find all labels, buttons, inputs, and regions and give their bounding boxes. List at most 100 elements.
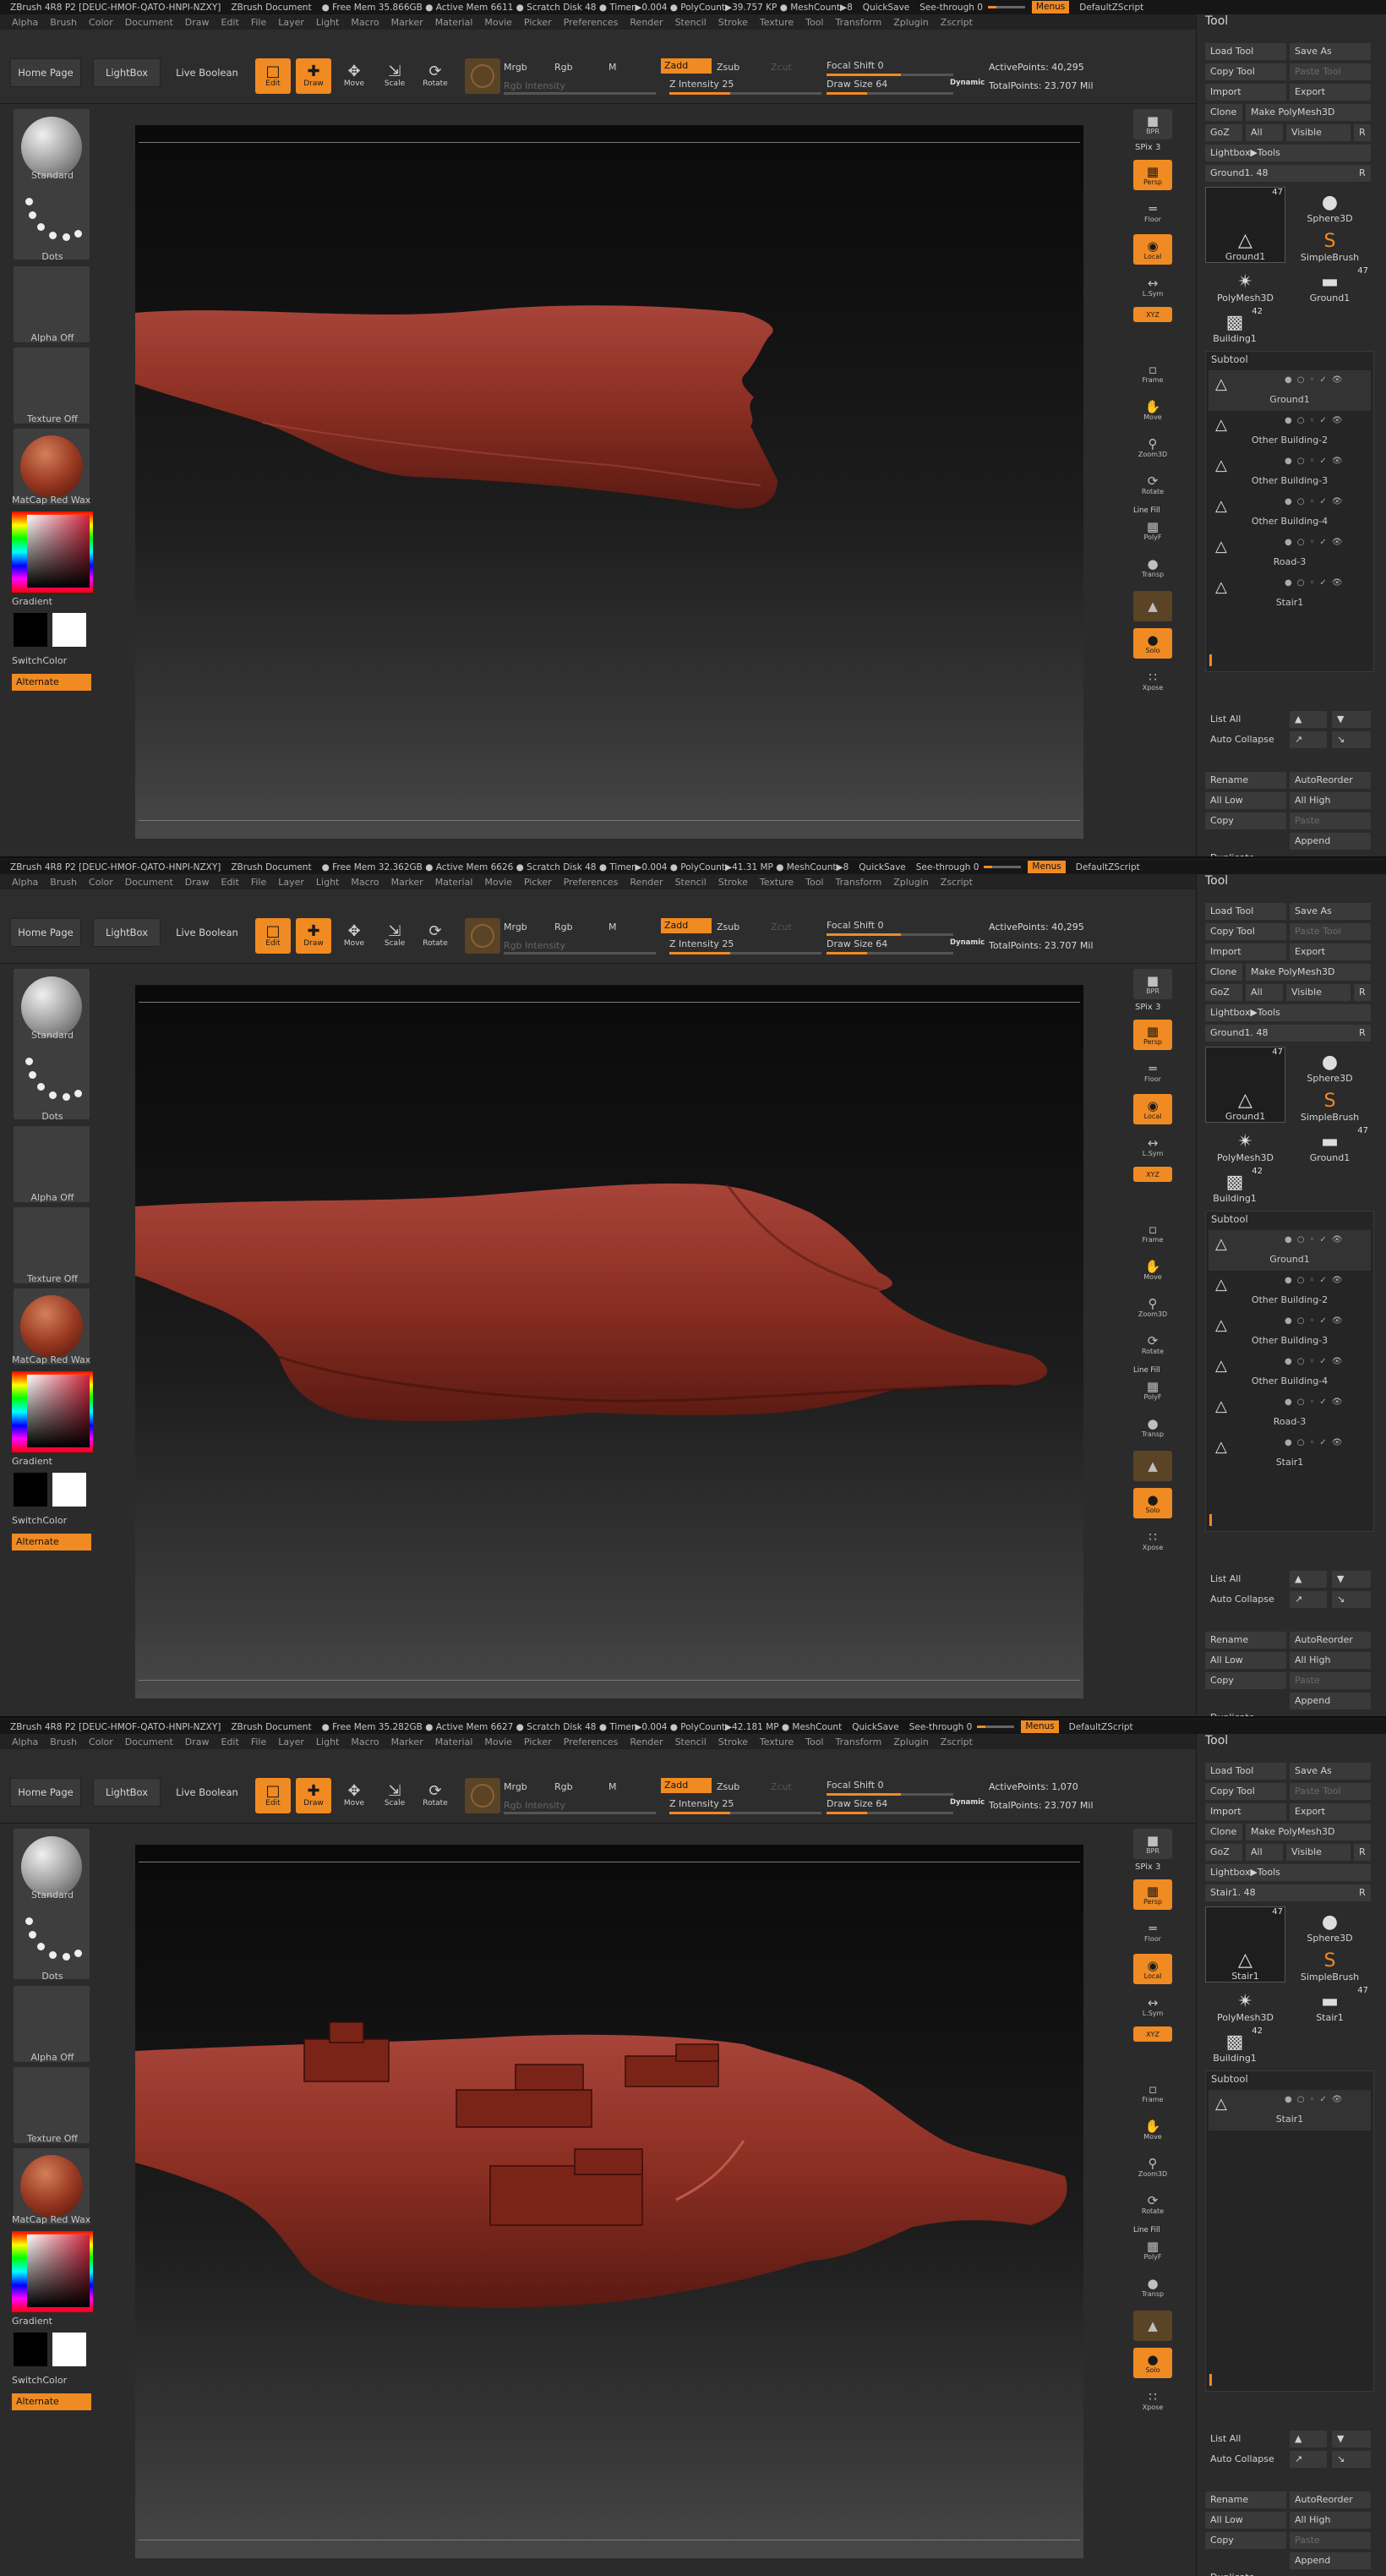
rotate-view-button[interactable]: ⟳ Rotate: [1133, 1329, 1172, 1359]
rgb-button[interactable]: Rgb: [554, 922, 573, 933]
zsub-button[interactable]: Zsub: [717, 62, 739, 73]
menu-item-brush[interactable]: Brush: [50, 17, 77, 28]
secondary-color-swatch[interactable]: [52, 1473, 86, 1507]
menu-item-movie[interactable]: Movie: [484, 17, 512, 28]
zsub-button[interactable]: Zsub: [717, 1781, 739, 1792]
subtool-toggles[interactable]: ●○◦✓👁: [1285, 1357, 1347, 1366]
rotate-view-button[interactable]: ⟳ Rotate: [1133, 2189, 1172, 2219]
alternate-button[interactable]: Alternate: [12, 2393, 91, 2410]
frame-button[interactable]: ▫ Frame: [1133, 1217, 1172, 1248]
load-tool-button[interactable]: Load Tool: [1205, 43, 1286, 60]
local-button[interactable]: ◉ Local: [1133, 234, 1172, 265]
menu-item-texture[interactable]: Texture: [760, 1736, 794, 1747]
current-tool-slider[interactable]: Ground1. 48: [1205, 1025, 1354, 1042]
menu-item-movie[interactable]: Movie: [484, 877, 512, 888]
goz-visible-button[interactable]: Visible: [1286, 124, 1351, 141]
polyf-button[interactable]: ▦ PolyF: [1133, 1375, 1172, 1405]
menu-item-document[interactable]: Document: [125, 877, 173, 888]
duplicate-button[interactable]: Duplicate: [1205, 1709, 1286, 1716]
export-button[interactable]: Export: [1290, 1803, 1371, 1820]
local-button[interactable]: ◉ Local: [1133, 1954, 1172, 1984]
dynamic-button[interactable]: ▲: [1133, 591, 1172, 621]
menu-item-tool[interactable]: Tool: [805, 17, 823, 28]
see-through-control[interactable]: See-through 0: [916, 862, 1022, 872]
spix-slider[interactable]: SPix 3: [1135, 1862, 1160, 1872]
menu-item-edit[interactable]: Edit: [221, 1736, 239, 1747]
subtool-toggles[interactable]: ●○◦✓👁: [1285, 1438, 1347, 1447]
zsub-button[interactable]: Zsub: [717, 922, 739, 933]
menu-item-alpha[interactable]: Alpha: [12, 17, 38, 28]
m-button[interactable]: M: [608, 922, 617, 933]
edit-button[interactable]: □ Edit: [255, 1778, 291, 1813]
lightbox-button[interactable]: LightBox: [93, 58, 161, 87]
subtool-toggles[interactable]: ●○◦✓👁: [1285, 1397, 1347, 1407]
zoom3d-button[interactable]: ⚲ Zoom3D: [1133, 1292, 1172, 1322]
menu-item-render[interactable]: Render: [630, 17, 663, 28]
menu-item-file[interactable]: File: [251, 1736, 266, 1747]
tool-thumb-sphere3d[interactable]: ● Sphere3D: [1290, 1906, 1370, 1944]
menu-item-transform[interactable]: Transform: [836, 877, 882, 888]
menu-item-material[interactable]: Material: [435, 17, 473, 28]
secondary-color-swatch[interactable]: [52, 2333, 86, 2366]
draw-size-track[interactable]: [827, 952, 953, 954]
menu-item-stencil[interactable]: Stencil: [675, 877, 707, 888]
subtool-scrollbar[interactable]: [1209, 1514, 1212, 1526]
see-through-slider[interactable]: [977, 1726, 1015, 1728]
floor-button[interactable]: ═ Floor: [1133, 1917, 1172, 1947]
dynamic-button[interactable]: ▲: [1133, 2311, 1172, 2341]
load-tool-button[interactable]: Load Tool: [1205, 1763, 1286, 1780]
arrange-button[interactable]: ↘: [1332, 731, 1371, 748]
default-zscript[interactable]: DefaultZScript: [1079, 3, 1143, 13]
solo-button[interactable]: ● Solo: [1133, 2348, 1172, 2378]
copy-button[interactable]: Copy: [1205, 2532, 1286, 2549]
lsym-button[interactable]: ↔ L.Sym: [1133, 1991, 1172, 2021]
menu-item-zscript[interactable]: Zscript: [941, 877, 973, 888]
move-button[interactable]: ✥ Move: [336, 1778, 372, 1813]
color-square[interactable]: [27, 515, 90, 588]
zcut-button[interactable]: Zcut: [771, 1781, 792, 1792]
floor-button[interactable]: ═ Floor: [1133, 1057, 1172, 1087]
rotate-button[interactable]: ⟳ Rotate: [417, 1778, 453, 1813]
subtool-row[interactable]: △ ●○◦✓👁 Stair1: [1209, 2090, 1371, 2130]
zcut-button[interactable]: Zcut: [771, 62, 792, 73]
main-color-swatch[interactable]: [14, 2333, 47, 2366]
z-intensity-track[interactable]: [669, 92, 821, 95]
lightbox-button[interactable]: LightBox: [93, 918, 161, 947]
tool-thumb-simplebrush[interactable]: S SimpleBrush: [1290, 226, 1370, 264]
gradient-label[interactable]: Gradient: [12, 596, 93, 607]
goz-r-button[interactable]: R: [1354, 984, 1371, 1001]
goz-visible-button[interactable]: Visible: [1286, 1844, 1351, 1861]
polyf-button[interactable]: ▦ PolyF: [1133, 2234, 1172, 2265]
zadd-button[interactable]: Zadd: [661, 1778, 712, 1793]
tool-thumb-sphere3d[interactable]: ● Sphere3D: [1290, 187, 1370, 225]
z-intensity-track[interactable]: [669, 952, 821, 954]
texture-button[interactable]: [14, 347, 90, 424]
subtool-row[interactable]: △ ●○◦✓👁 Road-3: [1209, 1392, 1371, 1433]
lightbox-tools-button[interactable]: Lightbox▶Tools: [1205, 1004, 1371, 1021]
dynamic-button[interactable]: ▲: [1133, 1451, 1172, 1481]
menus-toggle[interactable]: Menus: [1021, 1720, 1059, 1733]
tool-thumb-current[interactable]: 47 △ Stair1: [1205, 1906, 1285, 1983]
persp-button[interactable]: ▦ Persp: [1133, 1879, 1172, 1910]
goz-r-button[interactable]: R: [1354, 1844, 1371, 1861]
spix-slider[interactable]: SPix 3: [1135, 1003, 1160, 1012]
menu-item-render[interactable]: Render: [630, 877, 663, 888]
import-button[interactable]: Import: [1205, 943, 1286, 960]
goz-visible-button[interactable]: Visible: [1286, 984, 1351, 1001]
menu-item-tool[interactable]: Tool: [805, 877, 823, 888]
m-button[interactable]: M: [608, 62, 617, 73]
quicksave-button[interactable]: QuickSave: [863, 3, 909, 13]
tool-header[interactable]: Tool: [1205, 1734, 1374, 1747]
tool-thumb-building[interactable]: 42 ▩ Building1: [1205, 307, 1264, 344]
paste-button[interactable]: Paste: [1290, 2532, 1371, 2549]
focal-shift-track[interactable]: [827, 1793, 953, 1796]
save-as-button[interactable]: Save As: [1290, 903, 1371, 920]
stroke-button[interactable]: [14, 1903, 90, 1979]
subtool-toggles[interactable]: ●○◦✓👁: [1285, 538, 1347, 547]
see-through-slider[interactable]: [987, 6, 1025, 8]
copy-button[interactable]: Copy: [1205, 812, 1286, 829]
menu-item-zscript[interactable]: Zscript: [941, 1736, 973, 1747]
menu-item-material[interactable]: Material: [435, 1736, 473, 1747]
menu-item-picker[interactable]: Picker: [524, 1736, 552, 1747]
live-boolean-button[interactable]: Live Boolean: [169, 1778, 245, 1807]
